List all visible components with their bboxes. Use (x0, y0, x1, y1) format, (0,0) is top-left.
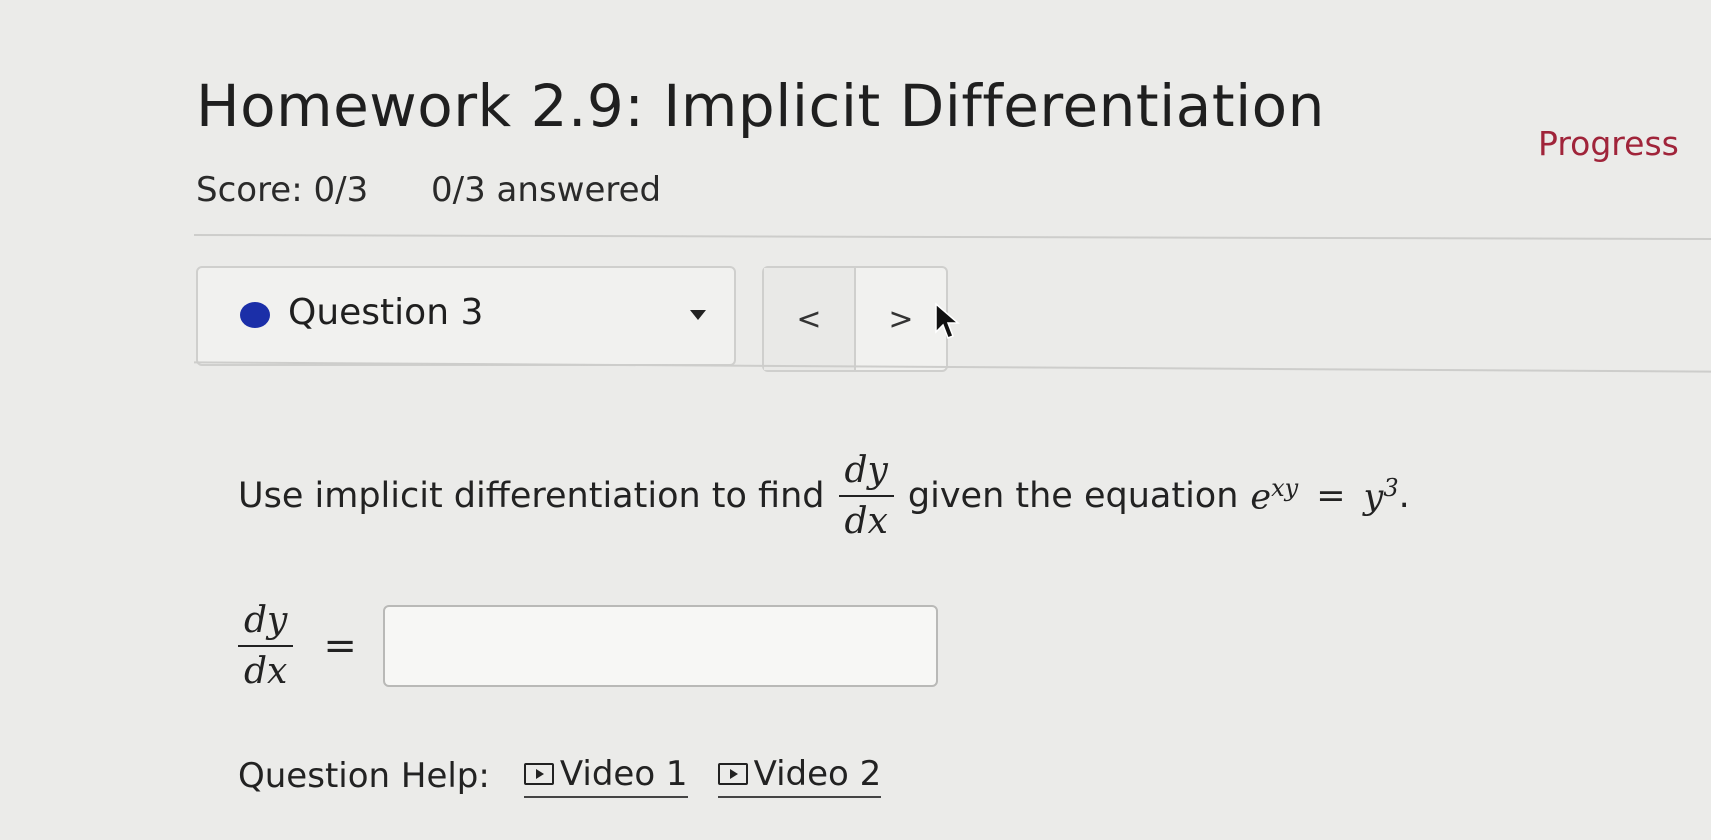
question-select-label: Question 3 (288, 292, 484, 333)
prompt-text-before: Use implicit differentiation to find (238, 476, 825, 516)
video-play-icon (717, 763, 748, 785)
video-play-icon (523, 763, 554, 785)
derivative-fraction: dy dx (838, 450, 894, 542)
answered-count: 0/3 answered (431, 170, 662, 210)
equation-base: e (1250, 477, 1272, 518)
page-title: Homework 2.9: Implicit Differentiation (196, 72, 1325, 140)
video-1-label: Video 1 (559, 754, 688, 794)
video-2-link[interactable]: Video 2 (717, 754, 882, 798)
caret-down-icon (690, 310, 706, 320)
video-1-link[interactable]: Video 1 (523, 754, 688, 798)
answer-input[interactable] (382, 605, 938, 687)
answer-lhs-numerator: dy (244, 600, 288, 641)
video-2-label: Video 2 (753, 754, 882, 794)
score-text: Score: 0/3 (196, 170, 369, 210)
next-question-button[interactable]: > (856, 268, 946, 370)
equation-rhs: y3 (1364, 474, 1399, 518)
divider-bottom (194, 361, 1711, 373)
rhs-exponent: 3 (1383, 474, 1399, 503)
prompt-text-middle: given the equation (907, 476, 1239, 516)
divider-top (193, 234, 1711, 240)
answer-equals: = (323, 623, 357, 669)
question-nav-group: < > (762, 266, 948, 372)
answer-lhs-fraction: dy dx (238, 600, 294, 692)
question-select[interactable]: Question 3 (196, 266, 736, 366)
derivative-numerator: dy (844, 450, 888, 491)
rhs-base: y (1363, 477, 1384, 518)
question-prompt: Use implicit differentiation to find dy … (238, 450, 1410, 542)
answer-row: dy dx = (238, 600, 938, 692)
mouse-cursor-icon (935, 302, 960, 339)
previous-question-button[interactable]: < (764, 268, 856, 370)
question-help-label: Question Help: (238, 756, 490, 796)
derivative-denominator: dx (838, 495, 894, 542)
progress-link[interactable]: Progress (1538, 124, 1679, 163)
answer-lhs-denominator: dx (238, 645, 294, 692)
prompt-period: . (1398, 476, 1410, 516)
question-status-dot-icon (240, 302, 270, 328)
score-line: Score: 0/3 0/3 answered (196, 170, 713, 210)
equation-equals: = (1316, 476, 1346, 516)
equation-exponent: xy (1271, 474, 1299, 503)
equation-lhs: exy (1250, 474, 1298, 518)
question-help: Question Help: Video 1 Video 2 (238, 754, 911, 798)
